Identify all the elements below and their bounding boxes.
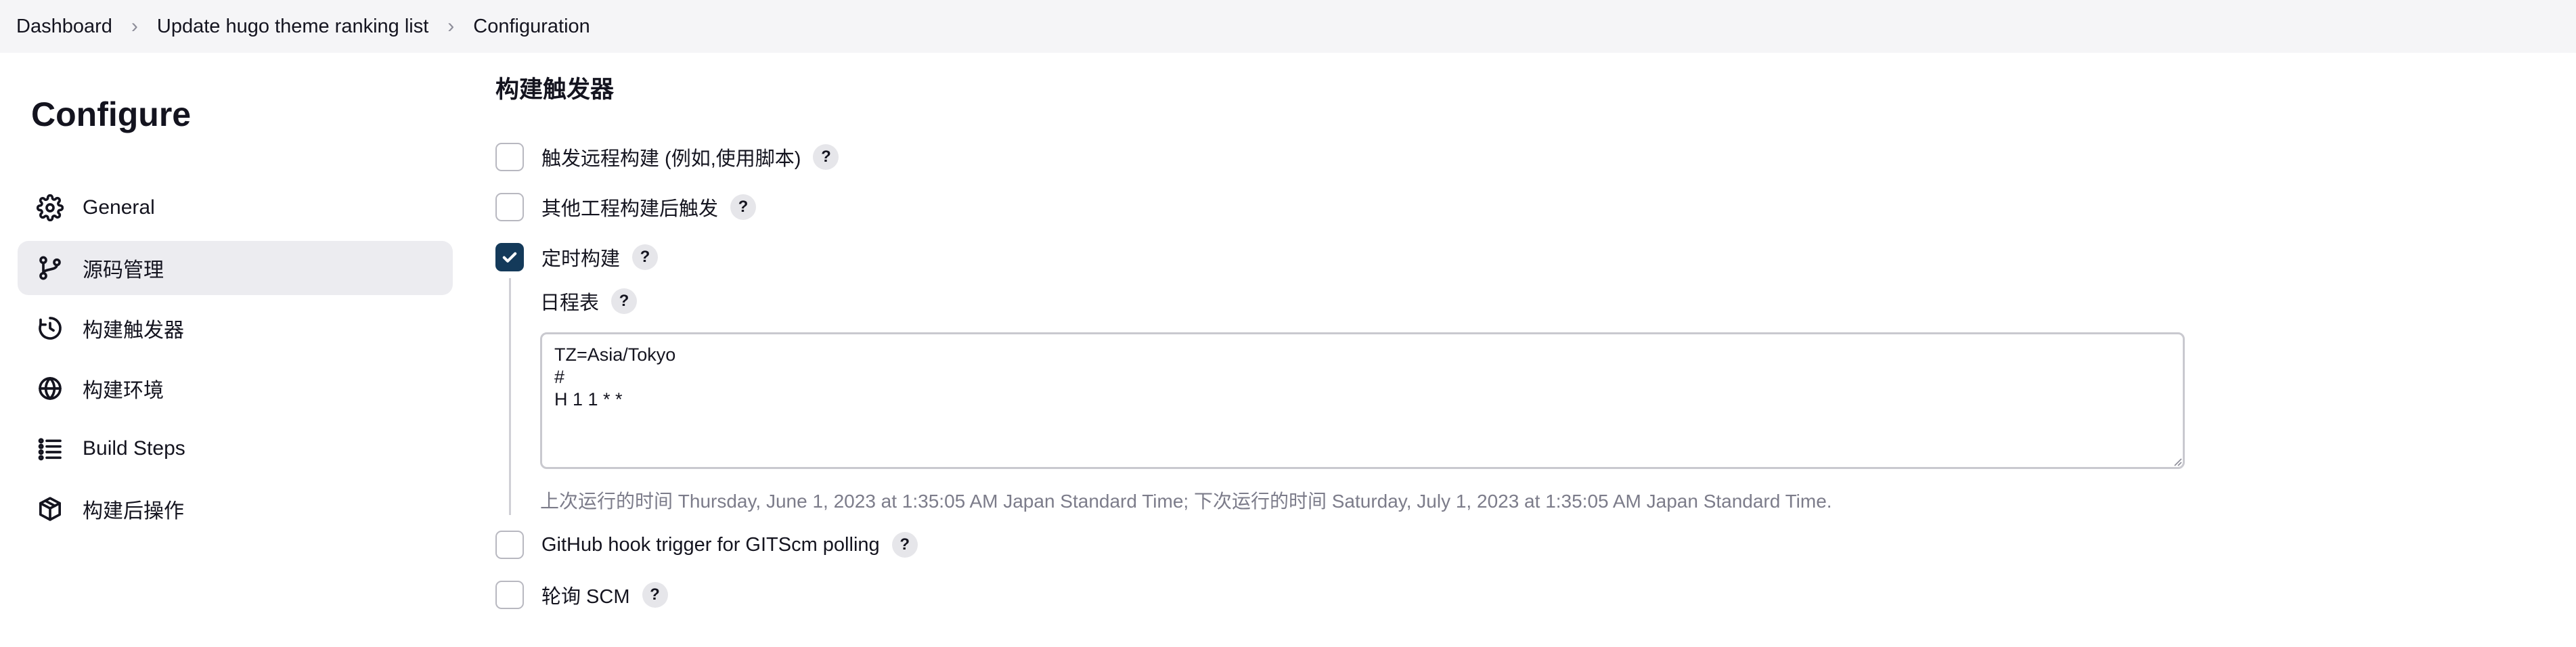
trigger-remote-option: 触发远程构建 (例如,使用脚本) ?	[495, 142, 839, 172]
trigger-remote-checkbox[interactable]	[495, 143, 524, 171]
globe-icon	[35, 374, 65, 403]
section-title: 构建触发器	[495, 76, 615, 103]
poll-scm-option: 轮询 SCM ?	[495, 580, 668, 610]
clock-icon	[35, 313, 65, 343]
list-icon	[35, 434, 65, 464]
breadcrumb: Dashboard › Update hugo theme ranking li…	[0, 0, 2576, 53]
build-periodically-option: 定时构建 ?	[495, 242, 659, 272]
sidebar-item-label: General	[83, 196, 155, 219]
gear-icon	[35, 193, 65, 223]
sidebar-item-source-control[interactable]: 源码管理	[18, 241, 453, 295]
sidebar-item-label: Build Steps	[83, 437, 185, 460]
option-label: GitHub hook trigger for GITScm polling	[541, 533, 880, 556]
checkmark-icon	[502, 252, 517, 263]
chevron-right-icon: ›	[447, 15, 455, 37]
help-icon[interactable]: ?	[730, 194, 757, 220]
page-title: Configure	[31, 95, 192, 133]
help-icon[interactable]: ?	[611, 288, 638, 314]
schedule-label-row: 日程表 ?	[540, 286, 638, 316]
nested-section-rule	[509, 278, 511, 515]
option-label: 触发远程构建 (例如,使用脚本)	[541, 148, 801, 170]
option-label: 轮询 SCM	[541, 586, 630, 608]
help-icon[interactable]: ?	[642, 582, 668, 608]
sidebar-item-label: 构建后操作	[83, 500, 184, 522]
trigger-after-other-projects-option: 其他工程构建后触发 ?	[495, 192, 757, 222]
sidebar-item-label: 构建环境	[83, 380, 164, 402]
resize-grip-icon[interactable]	[2171, 455, 2182, 466]
build-periodically-checkbox[interactable]	[495, 243, 524, 271]
schedule-textarea[interactable]: TZ=Asia/Tokyo # H 1 1 * *	[540, 332, 2185, 469]
help-icon[interactable]: ?	[632, 244, 659, 270]
sidebar-item-build-environment[interactable]: 构建环境	[18, 361, 453, 416]
branch-icon	[35, 253, 65, 283]
option-label: 其他工程构建后触发	[541, 198, 719, 220]
poll-scm-checkbox[interactable]	[495, 581, 524, 609]
sidebar-item-label: 源码管理	[83, 259, 164, 282]
sidebar-item-general[interactable]: General	[18, 181, 453, 235]
github-hook-option: GitHub hook trigger for GITScm polling ?	[495, 530, 918, 560]
breadcrumb-configuration[interactable]: Configuration	[473, 16, 590, 38]
github-hook-checkbox[interactable]	[495, 531, 524, 559]
schedule-hint: 上次运行的时间 Thursday, June 1, 2023 at 1:35:0…	[540, 491, 1832, 512]
sidebar-item-build-triggers[interactable]: 构建触发器	[18, 301, 453, 355]
breadcrumb-dashboard[interactable]: Dashboard	[16, 16, 112, 38]
help-icon[interactable]: ?	[891, 532, 918, 558]
sidebar-item-post-build[interactable]: 构建后操作	[18, 482, 453, 536]
help-icon[interactable]: ?	[813, 144, 839, 170]
package-icon	[35, 494, 65, 524]
chevron-right-icon: ›	[131, 15, 138, 37]
breadcrumb-job[interactable]: Update hugo theme ranking list	[157, 16, 428, 38]
schedule-label: 日程表	[540, 292, 600, 314]
sidebar-item-build-steps[interactable]: Build Steps	[18, 422, 453, 476]
sidebar-item-label: 构建触发器	[83, 319, 184, 342]
trigger-after-other-projects-checkbox[interactable]	[495, 193, 524, 221]
option-label: 定时构建	[541, 248, 621, 270]
